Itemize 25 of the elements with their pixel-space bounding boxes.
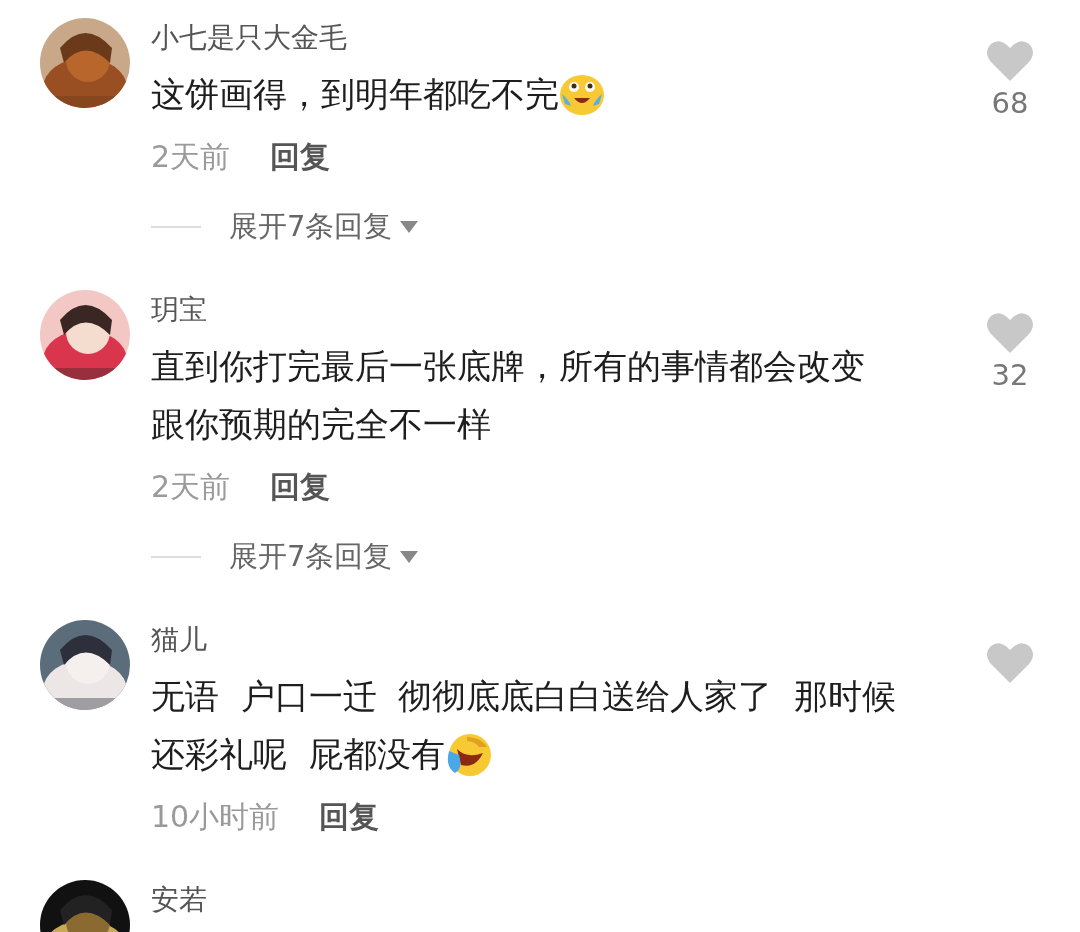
reply-link[interactable]: 回复 (270, 466, 331, 508)
user-name[interactable]: 猫儿 (151, 620, 207, 660)
reply-link[interactable]: 回复 (270, 136, 331, 178)
comment-text: 直到你打完最后一张底牌，所有的事情都会改变 (151, 345, 865, 388)
reply-link[interactable]: 回复 (319, 796, 380, 838)
comment-text: 无语 户口一迁 彻彻底底白白送给人家了 那时候 (151, 675, 896, 718)
expand-replies-link[interactable]: 展开7条回复 (229, 537, 393, 577)
expand-replies-link[interactable]: 展开7条回复 (229, 207, 393, 247)
comment-text: 这饼画得，到明年都吃不完 (151, 73, 559, 116)
like-count: 68 (991, 86, 1029, 120)
like-count: 32 (991, 358, 1029, 392)
heart-icon[interactable] (986, 312, 1034, 354)
comment-text: 跟你预期的完全不一样 (151, 403, 491, 446)
comment-time: 10小时前 (151, 797, 280, 836)
caret-icon (400, 221, 419, 233)
user-name[interactable]: 玥宝 (151, 290, 207, 330)
user-name[interactable]: 安若 (151, 880, 207, 920)
comment-time: 2天前 (151, 467, 231, 506)
crying-face-icon (559, 74, 605, 116)
comment-time: 2天前 (151, 137, 231, 176)
heart-icon[interactable] (986, 642, 1034, 684)
comment-text: 还彩礼呢 屁都没有 (151, 733, 445, 776)
heart-icon[interactable] (986, 40, 1034, 82)
caret-icon (400, 551, 419, 563)
user-name[interactable]: 小七是只大金毛 (151, 18, 347, 58)
